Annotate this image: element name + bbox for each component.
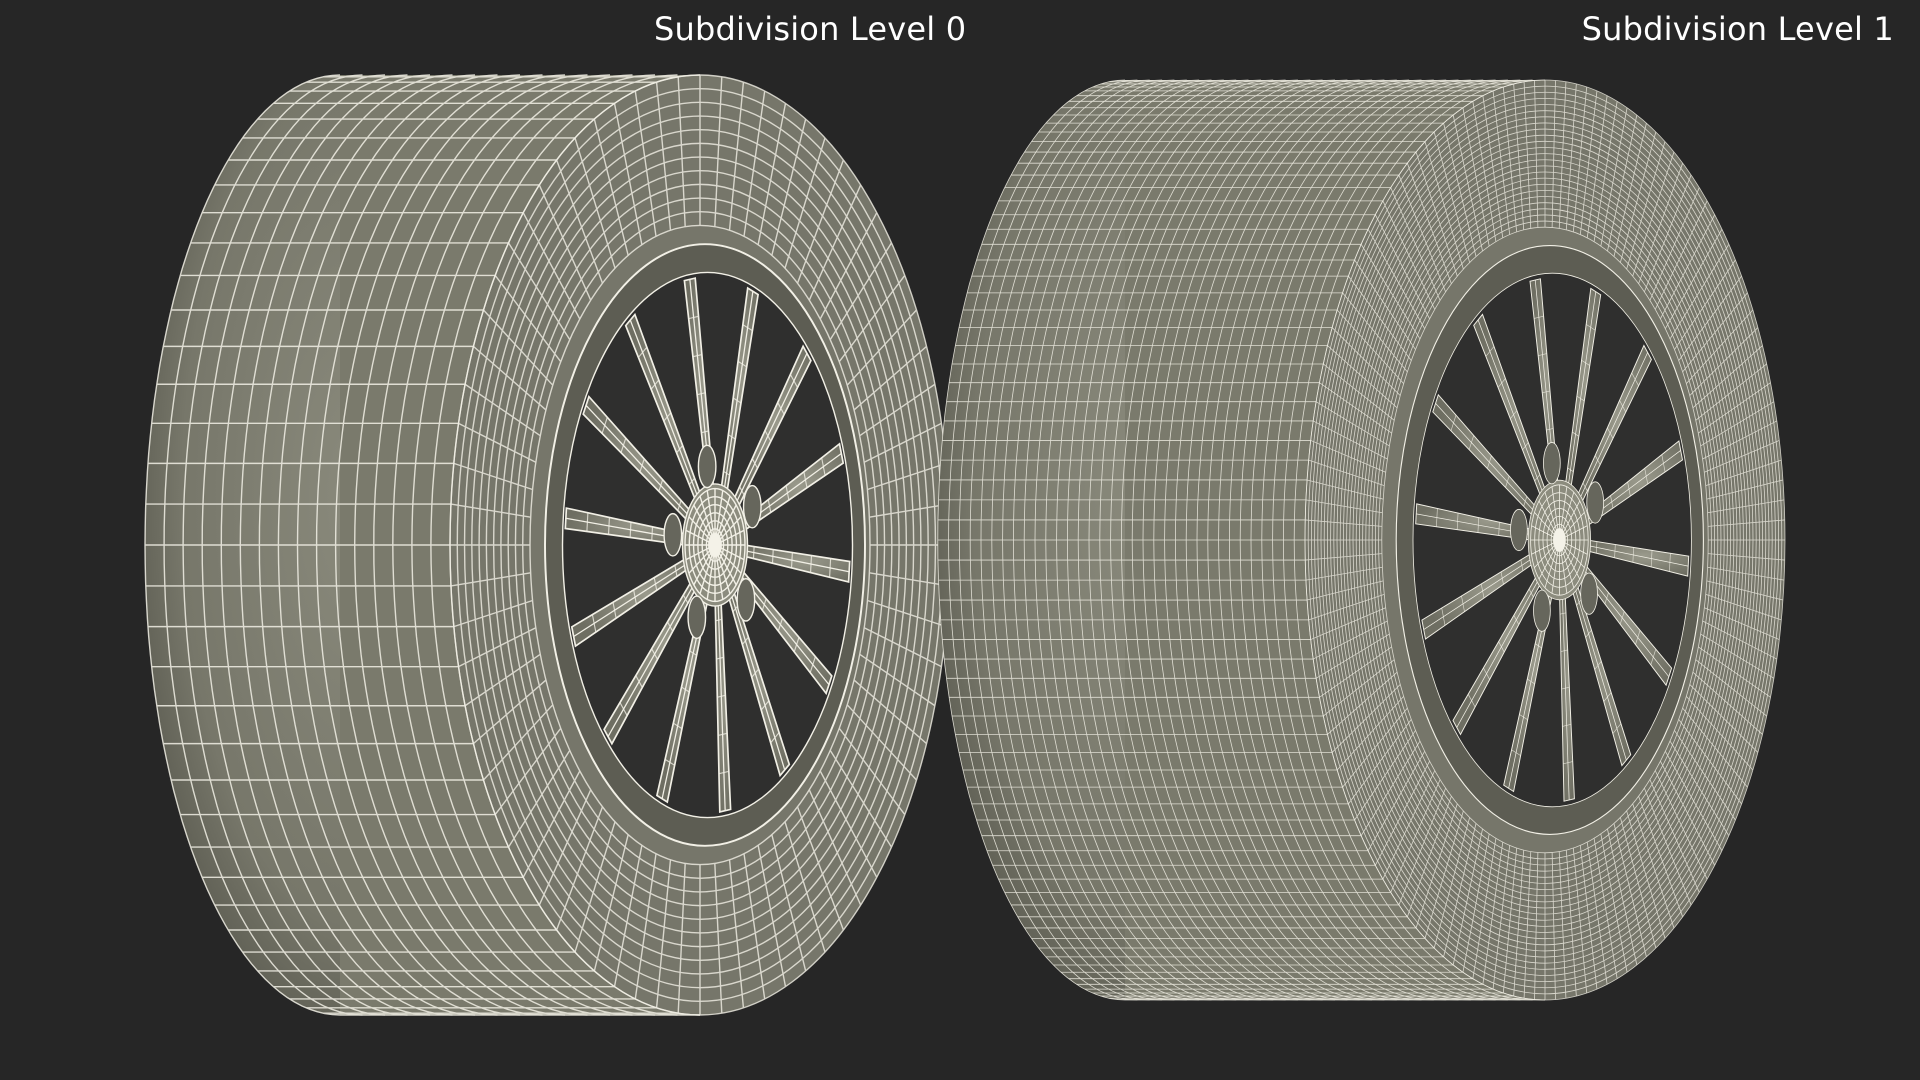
lug-nut	[1533, 589, 1551, 632]
caption-subdivision-level-1: Subdivision Level 1	[1581, 10, 1894, 48]
lug-nut	[1586, 481, 1605, 524]
lug-nut	[736, 577, 756, 622]
lug-nut	[1580, 572, 1598, 615]
lug-nut	[663, 512, 683, 557]
lug-nut	[1543, 442, 1561, 485]
lug-nut	[742, 484, 762, 529]
wheel-subdivision-0	[144, 74, 951, 1016]
lug-nut	[687, 595, 707, 640]
center-cap	[708, 532, 722, 558]
lug-nut	[697, 444, 717, 489]
render-viewport: Subdivision Level 0 Subdivision Level 1	[0, 0, 1920, 1080]
wheel-subdivision-1	[937, 79, 1786, 1001]
lug-nut	[1510, 508, 1528, 552]
center-cap	[1553, 528, 1566, 552]
wheel-render	[144, 74, 1786, 1016]
caption-subdivision-level-0: Subdivision Level 0	[654, 10, 967, 48]
